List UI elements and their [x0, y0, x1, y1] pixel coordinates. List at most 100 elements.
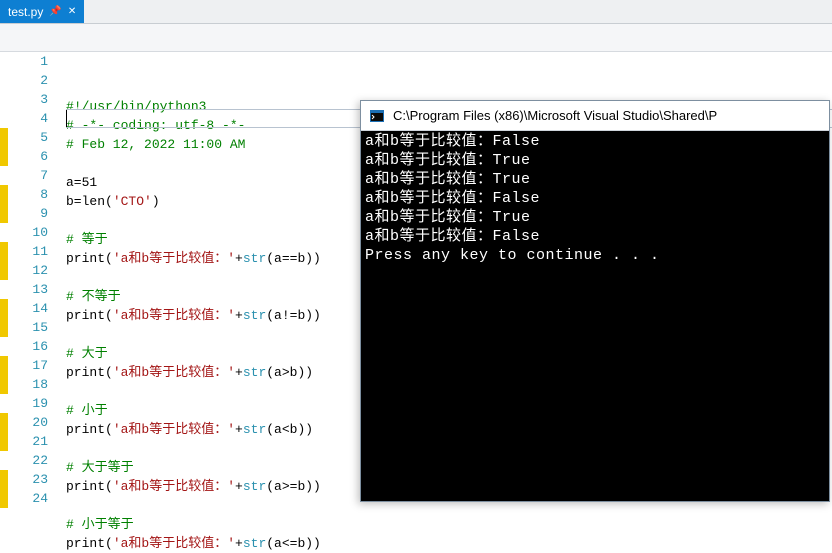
text-caret: [66, 110, 67, 127]
modification-marker: [0, 280, 8, 299]
line-number: 6: [8, 147, 48, 166]
modification-marker: [0, 394, 8, 413]
tab-bar: test.py 📌 ✕: [0, 0, 832, 24]
line-number: 14: [8, 299, 48, 318]
code-token: 'a和b等于比较值：': [113, 365, 235, 380]
console-window[interactable]: C:\Program Files (x86)\Microsoft Visual …: [360, 100, 830, 502]
line-number: 19: [8, 394, 48, 413]
line-number: 7: [8, 166, 48, 185]
modification-marker: [0, 318, 8, 337]
modification-marker: [0, 204, 8, 223]
modification-marker: [0, 375, 8, 394]
line-number: 11: [8, 242, 48, 261]
code-token: str: [243, 479, 266, 494]
modification-marker: [0, 223, 8, 242]
code-line[interactable]: print('a和b等于比较值：'+str(a<=b)): [66, 534, 832, 553]
line-number: 5: [8, 128, 48, 147]
toolbar-strip: [0, 24, 832, 52]
line-number: 3: [8, 90, 48, 109]
code-token: +: [235, 308, 243, 323]
line-number: 17: [8, 356, 48, 375]
pin-icon[interactable]: 📌: [49, 7, 61, 17]
code-line[interactable]: # 小于等于: [66, 515, 832, 534]
modification-marker: [0, 451, 8, 470]
modification-marker: [0, 356, 8, 375]
modification-marker: [0, 71, 8, 90]
line-number: 2: [8, 71, 48, 90]
code-token: print(: [66, 536, 113, 551]
code-token: # 不等于: [66, 289, 121, 304]
line-number: 18: [8, 375, 48, 394]
line-number-gutter: 123456789101112131415161718192021222324: [8, 52, 66, 504]
code-token: # 大于: [66, 346, 108, 361]
line-number: 24: [8, 489, 48, 508]
console-output[interactable]: a和b等于比较值：False a和b等于比较值：True a和b等于比较值：Tr…: [361, 131, 829, 501]
code-token: str: [243, 536, 266, 551]
code-token: 'a和b等于比较值：': [113, 251, 235, 266]
modification-marker: [0, 413, 8, 432]
code-token: print(: [66, 365, 113, 380]
modification-marker: [0, 299, 8, 318]
code-token: print(: [66, 479, 113, 494]
code-token: 'a和b等于比较值：': [113, 308, 235, 323]
code-token: str: [243, 365, 266, 380]
code-token: ): [152, 194, 160, 209]
code-token: 'a和b等于比较值：': [113, 479, 235, 494]
code-token: # 大于等于: [66, 460, 134, 475]
close-icon[interactable]: ✕: [68, 7, 76, 17]
console-titlebar[interactable]: C:\Program Files (x86)\Microsoft Visual …: [361, 101, 829, 131]
modification-marker: [0, 489, 8, 508]
code-token: (a==b)): [266, 251, 321, 266]
modification-column: [0, 52, 8, 504]
code-token: b=len(: [66, 194, 113, 209]
tab-filename: test.py: [8, 5, 43, 19]
code-token: print(: [66, 422, 113, 437]
code-token: # Feb 12, 2022 11:00 AM: [66, 137, 245, 152]
code-token: +: [235, 536, 243, 551]
code-token: print(: [66, 251, 113, 266]
line-number: 13: [8, 280, 48, 299]
modification-marker: [0, 242, 8, 261]
line-number: 21: [8, 432, 48, 451]
code-token: print(: [66, 308, 113, 323]
code-token: (a>=b)): [266, 479, 321, 494]
modification-marker: [0, 90, 8, 109]
code-token: # 等于: [66, 232, 108, 247]
code-token: +: [235, 251, 243, 266]
modification-marker: [0, 128, 8, 147]
code-token: (a<=b)): [266, 536, 321, 551]
line-number: 8: [8, 185, 48, 204]
file-tab[interactable]: test.py 📌 ✕: [0, 0, 84, 23]
code-token: (a<b)): [266, 422, 313, 437]
line-number: 10: [8, 223, 48, 242]
line-number: 20: [8, 413, 48, 432]
line-number: 9: [8, 204, 48, 223]
modification-marker: [0, 261, 8, 280]
code-token: 'a和b等于比较值：': [113, 422, 235, 437]
line-number: 15: [8, 318, 48, 337]
code-token: (a!=b)): [266, 308, 321, 323]
code-token: 'CTO': [113, 194, 152, 209]
modification-marker: [0, 432, 8, 451]
code-token: # -*- coding: utf-8 -*-: [66, 118, 245, 133]
code-token: a=51: [66, 175, 97, 190]
code-token: +: [235, 365, 243, 380]
code-token: # 小于等于: [66, 517, 134, 532]
line-number: 16: [8, 337, 48, 356]
modification-marker: [0, 337, 8, 356]
modification-marker: [0, 147, 8, 166]
console-app-icon: [369, 108, 385, 124]
modification-marker: [0, 470, 8, 489]
line-number: 22: [8, 451, 48, 470]
code-token: (a>b)): [266, 365, 313, 380]
line-number: 1: [8, 52, 48, 71]
code-token: str: [243, 251, 266, 266]
line-number: 4: [8, 109, 48, 128]
modification-marker: [0, 166, 8, 185]
code-token: # 小于: [66, 403, 108, 418]
code-token: +: [235, 479, 243, 494]
line-number: 12: [8, 261, 48, 280]
code-token: 'a和b等于比较值：': [113, 536, 235, 551]
line-number: 23: [8, 470, 48, 489]
code-token: +: [235, 422, 243, 437]
